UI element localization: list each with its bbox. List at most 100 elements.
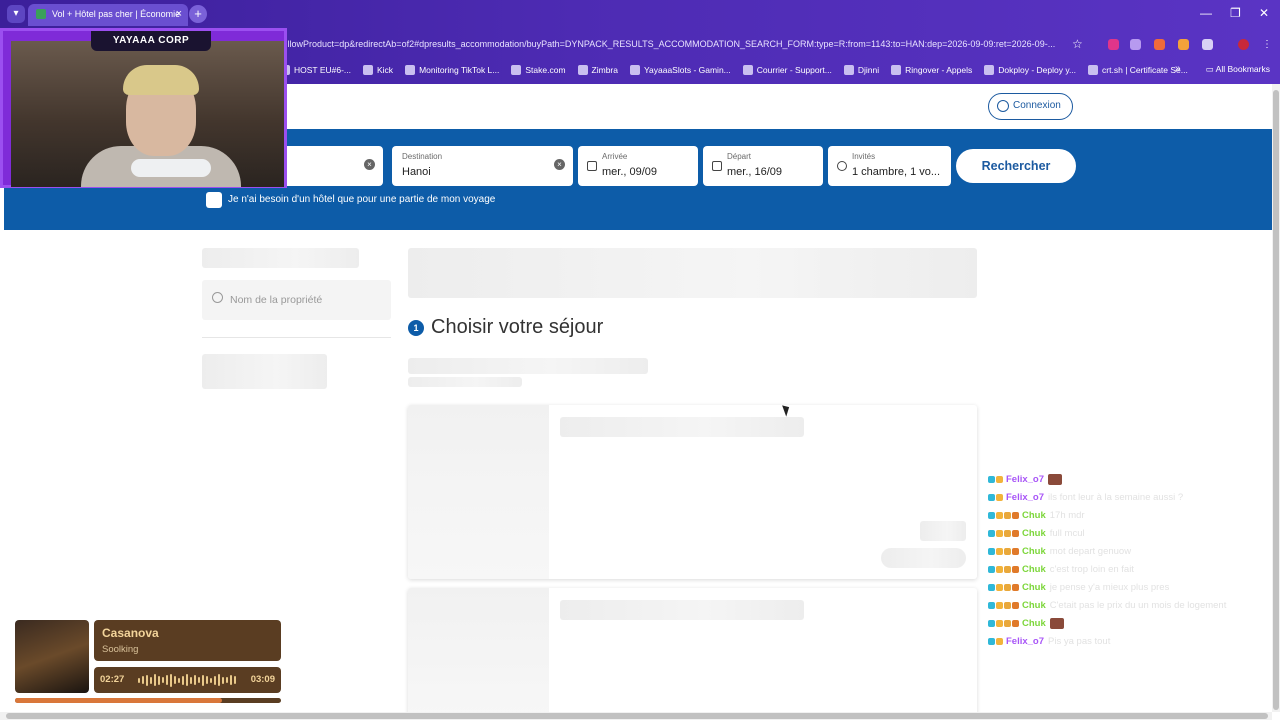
arrival-label: Arrivée [602, 152, 628, 161]
chat-message: Chuk c'est trop loin en fait [988, 560, 1268, 578]
chat-username[interactable]: Chuk [1022, 528, 1046, 539]
destination-label: Destination [402, 152, 443, 161]
chat-username[interactable]: Felix_o7 [1006, 636, 1044, 647]
bookmark-item[interactable]: Dokploy - Deploy y... [984, 65, 1076, 75]
bookmark-item[interactable]: HOST EU#6-... [280, 65, 351, 75]
chat-badge-icon [988, 583, 995, 591]
chat-badge-icon [1004, 583, 1011, 591]
chat-badge-icon [1012, 601, 1019, 609]
chat-username[interactable]: Chuk [1022, 546, 1046, 557]
chat-text: c'est trop loin en fait [1049, 563, 1134, 575]
arrival-date-field[interactable]: Arrivée mer., 09/09 [578, 146, 698, 186]
playback-times: 02:27 03:09 [94, 667, 281, 693]
new-tab-button[interactable]: + [189, 5, 207, 23]
tab-close-icon[interactable]: × [176, 8, 182, 20]
search-icon [212, 292, 223, 303]
bookmark-star-icon[interactable]: ☆ [1072, 37, 1083, 51]
chat-badge-icon [1004, 619, 1011, 627]
bookmark-item[interactable]: crt.sh | Certificate Se... [1088, 65, 1188, 75]
chat-badge-icon [1012, 529, 1019, 537]
webcam-overlay: YAYAAA CORP [0, 28, 287, 188]
active-tab[interactable]: Vol + Hôtel pas cher | Économie × [28, 4, 188, 26]
chat-badge-icon [996, 511, 1003, 519]
chat-badges [988, 511, 1019, 519]
destination-field[interactable]: Destination Hanoi × [392, 146, 573, 186]
chat-text: C'etait pas le prix du un mois de logeme… [1049, 599, 1227, 611]
chat-username[interactable]: Chuk [1022, 510, 1046, 521]
bookmark-item[interactable]: Ringover - Appels [891, 65, 972, 75]
chat-badges [988, 637, 1003, 645]
bookmarks-bar: HOST EU#6-... Kick Monitoring TikTok L... S… [280, 60, 1188, 80]
chat-badge-icon [1004, 601, 1011, 609]
search-button[interactable]: Rechercher [956, 149, 1076, 183]
chat-badge-icon [988, 529, 995, 537]
chat-badge-icon [988, 475, 995, 483]
bookmark-item[interactable]: Djinni [843, 65, 879, 75]
departure-date-field[interactable]: Départ mer., 16/09 [703, 146, 823, 186]
profile-avatar[interactable] [1238, 39, 1249, 50]
tab-search-button[interactable]: ▾ [7, 5, 25, 23]
chat-badge-icon [1012, 583, 1019, 591]
chat-username[interactable]: Chuk [1022, 600, 1046, 611]
bookmark-item[interactable]: Monitoring TikTok L... [405, 65, 499, 75]
chat-badge-icon [996, 475, 1003, 483]
skeleton-banner [408, 248, 977, 298]
user-icon [997, 100, 1009, 112]
extensions-puzzle-icon[interactable] [1202, 39, 1213, 50]
horizontal-scrollbar[interactable] [0, 712, 1272, 720]
chat-badge-icon [996, 601, 1003, 609]
extension-icon[interactable] [1108, 39, 1119, 50]
login-button[interactable]: Connexion [988, 93, 1073, 120]
chat-message: Felix_o7 ils font leur à la semaine aussi… [988, 488, 1268, 506]
guests-field[interactable]: Invités 1 chambre, 1 vo... [828, 146, 951, 186]
people-icon [837, 161, 847, 171]
bookmark-item[interactable]: Zimbra [577, 65, 618, 75]
chat-badges [988, 493, 1003, 501]
tab-title: Vol + Hôtel pas cher | Économie [52, 9, 181, 19]
calendar-icon [587, 161, 597, 171]
webcam-label: YAYAAA CORP [91, 31, 211, 51]
chat-text: mot depart genuow [1049, 545, 1132, 557]
partial-stay-checkbox[interactable] [206, 192, 222, 208]
skeleton-sidebar-title [202, 248, 359, 268]
chat-text: 17h mdr [1049, 509, 1085, 521]
step-number-badge: 1 [408, 320, 424, 336]
chat-emote-icon [1049, 617, 1064, 629]
chat-badge-icon [1004, 547, 1011, 555]
chat-username[interactable]: Chuk [1022, 582, 1046, 593]
extension-icon[interactable] [1178, 39, 1189, 50]
chat-username[interactable]: Felix_o7 [1006, 492, 1044, 503]
bookmark-item[interactable]: YayaaaSlots - Gamin... [629, 65, 731, 75]
clear-origin-icon[interactable]: × [364, 159, 375, 170]
close-window-icon[interactable]: ✕ [1259, 6, 1269, 20]
chat-username[interactable]: Felix_o7 [1006, 474, 1044, 485]
minimize-icon[interactable]: — [1200, 6, 1212, 20]
chat-badge-icon [996, 547, 1003, 555]
address-bar[interactable]: ...llowProduct=dp&redirectAb=of2#dpresul… [280, 34, 1070, 56]
chat-username[interactable]: Chuk [1022, 564, 1046, 575]
chat-badges [988, 601, 1019, 609]
chat-message: Chuk je pense y'a mieux plus pres [988, 578, 1268, 596]
chat-message: Chuk mot depart genuow [988, 542, 1268, 560]
extension-icon[interactable] [1154, 39, 1165, 50]
bookmark-item[interactable]: Courrier - Support... [742, 65, 832, 75]
chat-username[interactable]: Chuk [1022, 618, 1046, 629]
extension-icon[interactable] [1130, 39, 1141, 50]
divider [202, 337, 391, 338]
page-title: Choisir votre séjour [431, 316, 604, 338]
property-search-input[interactable]: Nom de la propriété [202, 280, 391, 320]
chat-badges [988, 583, 1019, 591]
maximize-icon[interactable]: ❐ [1230, 6, 1241, 20]
vertical-scrollbar[interactable] [1272, 84, 1280, 712]
all-bookmarks-button[interactable]: ▭ All Bookmarks [1206, 64, 1270, 75]
chat-badge-icon [996, 583, 1003, 591]
bookmark-item[interactable]: Kick [363, 65, 393, 75]
chat-message: Felix_o7 Pis ya pas tout [988, 632, 1268, 650]
bookmarks-overflow-icon[interactable]: » [1175, 63, 1181, 74]
chat-badge-icon [988, 547, 995, 555]
menu-kebab-icon[interactable]: ⋮ [1262, 39, 1273, 50]
guests-value: 1 chambre, 1 vo... [852, 166, 941, 178]
clear-destination-icon[interactable]: × [554, 159, 565, 170]
bookmark-item[interactable]: Stake.com [511, 65, 566, 75]
track-info: Casanova Soolking [94, 620, 281, 661]
